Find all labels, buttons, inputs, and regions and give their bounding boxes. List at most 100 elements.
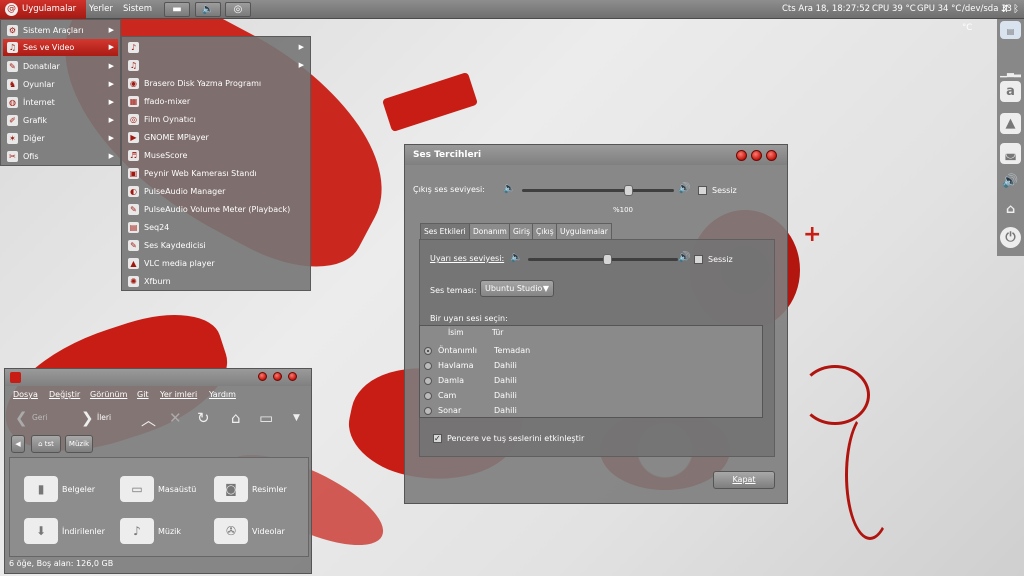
window-sounds-checkbox[interactable]: ✓ [433, 434, 442, 443]
power-icon[interactable]: ⏻ [1000, 227, 1021, 248]
chevron-down-icon[interactable]: ▼ [293, 413, 300, 423]
column-header-type[interactable]: Tür [492, 326, 503, 340]
up-arrow-icon[interactable]: ︿ [141, 409, 156, 430]
window-titlebar[interactable]: Ses Tercihleri [405, 145, 787, 165]
submenu-item-sound-recorder[interactable]: ✎ Ses Kaydedicisi [124, 237, 308, 254]
reload-icon[interactable]: ↻ [197, 409, 210, 427]
menu-item-office[interactable]: ✂ Ofis ▶ [3, 148, 118, 165]
stop-icon[interactable]: ✕ [169, 409, 182, 427]
back-arrow-icon[interactable]: ❮ [15, 409, 28, 427]
tab-hardware[interactable]: Donanım [469, 223, 511, 239]
submenu-item-volume-meter[interactable]: ✎ PulseAudio Volume Meter (Playback) [124, 201, 308, 218]
list-item[interactable]: Öntanımlı Temadan [420, 343, 762, 358]
menu-item-graphics[interactable]: ✐ Grafik ▶ [3, 112, 118, 129]
minimize-button[interactable] [736, 150, 747, 161]
volume-icon[interactable]: 🔊 [1000, 171, 1021, 192]
submenu-item-brasero[interactable]: ◉ Brasero Disk Yazma Programı [124, 75, 308, 92]
chevron-right-icon: ▶ [108, 116, 114, 124]
radio-button[interactable] [424, 392, 432, 400]
tab-input[interactable]: Giriş [509, 223, 534, 239]
places-menu[interactable]: Yerler [89, 0, 113, 19]
list-item[interactable]: Havlama Dahili [420, 358, 762, 373]
close-button[interactable] [288, 372, 297, 381]
menu-item-games[interactable]: ♞ Oyunlar ▶ [3, 76, 118, 93]
screen-icon[interactable]: ▤ [1000, 21, 1021, 39]
cone-icon: ▲ [128, 258, 139, 269]
radio-button[interactable] [424, 377, 432, 385]
tab-applications[interactable]: Uygulamalar [556, 223, 612, 239]
volume-launcher-icon[interactable]: 🔈 [195, 2, 221, 17]
computer-icon[interactable]: ▭ [259, 409, 273, 427]
submenu-item-ffado-mixer[interactable]: ▦ ffado-mixer [124, 93, 308, 110]
menu-file[interactable]: Dosya [13, 390, 38, 399]
browser-launcher-icon[interactable]: ◎ [225, 2, 251, 17]
bluetooth-icon[interactable]: ᛒ [1013, 0, 1019, 19]
submenu-item-gnome-mplayer[interactable]: ▶ GNOME MPlayer [124, 129, 308, 146]
submenu-item-cheese[interactable]: ▣ Peynir Web Kamerası Standı [124, 165, 308, 182]
tab-output[interactable]: Çıkış [532, 223, 558, 239]
menu-item-sound-video[interactable]: ♫ Ses ve Video ▶ [3, 39, 118, 56]
list-item[interactable]: Cam Dahili [420, 388, 762, 403]
tab-sound-effects[interactable]: Ses Etkileri [420, 223, 470, 239]
cleaner-icon[interactable]: ⌂ [1000, 199, 1021, 220]
drive-icon[interactable]: ◛ [1000, 143, 1021, 164]
submenu-item-seq24[interactable]: ▤ Seq24 [124, 219, 308, 236]
radio-button[interactable] [424, 347, 432, 355]
close-button[interactable] [766, 150, 777, 161]
home-icon[interactable]: ⌂ [231, 409, 241, 427]
maximize-button[interactable] [751, 150, 762, 161]
output-volume-slider[interactable] [522, 185, 674, 196]
menu-help[interactable]: Yardım [209, 390, 236, 399]
output-mute-label: Sessiz [712, 186, 737, 195]
alert-name: Öntanımlı [438, 346, 477, 355]
software-center-icon[interactable]: a [1000, 81, 1021, 102]
submenu-item-vlc[interactable]: ▲ VLC media player [124, 255, 308, 272]
menu-item-internet[interactable]: ◍ İnternet ▶ [3, 94, 118, 111]
menu-bookmarks[interactable]: Yer imleri [160, 390, 197, 399]
system-menu[interactable]: Sistem [123, 0, 152, 19]
alert-mute-checkbox[interactable] [694, 255, 703, 264]
list-item[interactable]: Sonar Dahili [420, 403, 762, 418]
output-mute-checkbox[interactable] [698, 186, 707, 195]
folder-label: Resimler [252, 485, 287, 494]
applications-menu[interactable]: @ Uygulamalar [0, 0, 86, 19]
system-monitor-icon[interactable]: ▁▃▂ [1000, 63, 1021, 78]
column-header-name[interactable]: İsim [448, 326, 464, 340]
path-home-button[interactable]: ⌂ tst [31, 435, 61, 453]
radio-button[interactable] [424, 362, 432, 370]
menu-item-system-tools[interactable]: ⚙ Sistem Araçları ▶ [3, 22, 118, 39]
radio-button[interactable] [424, 407, 432, 415]
globe-icon: ◍ [7, 97, 18, 108]
menu-go[interactable]: Git [137, 390, 149, 399]
menu-view[interactable]: Görünüm [90, 390, 127, 399]
maximize-button[interactable] [273, 372, 282, 381]
submenu-item-film-player[interactable]: ◎ Film Oynatıcı [124, 111, 308, 128]
minimize-button[interactable] [258, 372, 267, 381]
chevron-right-icon: ▶ [108, 80, 114, 88]
clock[interactable]: Cts Ara 18, 18:27:52 [782, 0, 870, 19]
submenu-item-xfburn[interactable]: ✺ Xfburn [124, 273, 308, 290]
window-titlebar[interactable] [5, 369, 311, 386]
path-music-button[interactable]: Müzik [65, 435, 93, 453]
slider-knob[interactable] [623, 185, 633, 196]
menu-item-accessories[interactable]: ✎ Donatılar ▶ [3, 58, 118, 75]
submenu-item-media[interactable]: ♫ ▶ [124, 57, 308, 74]
menu-item-other[interactable]: ✶ Diğer ▶ [3, 130, 118, 147]
close-dialog-button[interactable]: Kapat [713, 471, 775, 489]
submenu-item-music[interactable]: ♪ ▶ [124, 39, 308, 56]
gpu-temperature: GPU 34 °C [917, 4, 962, 14]
forward-arrow-icon[interactable]: ❯ [81, 409, 94, 427]
cone-icon[interactable]: ▲ [1000, 113, 1021, 134]
menu-edit[interactable]: Değiştir [49, 390, 80, 399]
sound-theme-select[interactable]: Ubuntu Studio ▼ [480, 280, 554, 297]
submenu-item-pulseaudio-manager[interactable]: ◐ PulseAudio Manager [124, 183, 308, 200]
submenu-item-musescore[interactable]: ♬ MuseScore [124, 147, 308, 164]
chevron-right-icon: ▶ [108, 43, 114, 51]
slider-knob[interactable] [602, 254, 612, 265]
list-item[interactable]: Damla Dahili [420, 373, 762, 388]
path-back-button[interactable]: ◀ [11, 435, 25, 453]
alert-volume-slider[interactable] [528, 254, 678, 265]
menu-item-label: Brasero Disk Yazma Programı [144, 79, 262, 88]
network-icon[interactable]: ⇵ [1001, 0, 1009, 19]
folder-launcher-icon[interactable]: ▬ [164, 2, 190, 17]
